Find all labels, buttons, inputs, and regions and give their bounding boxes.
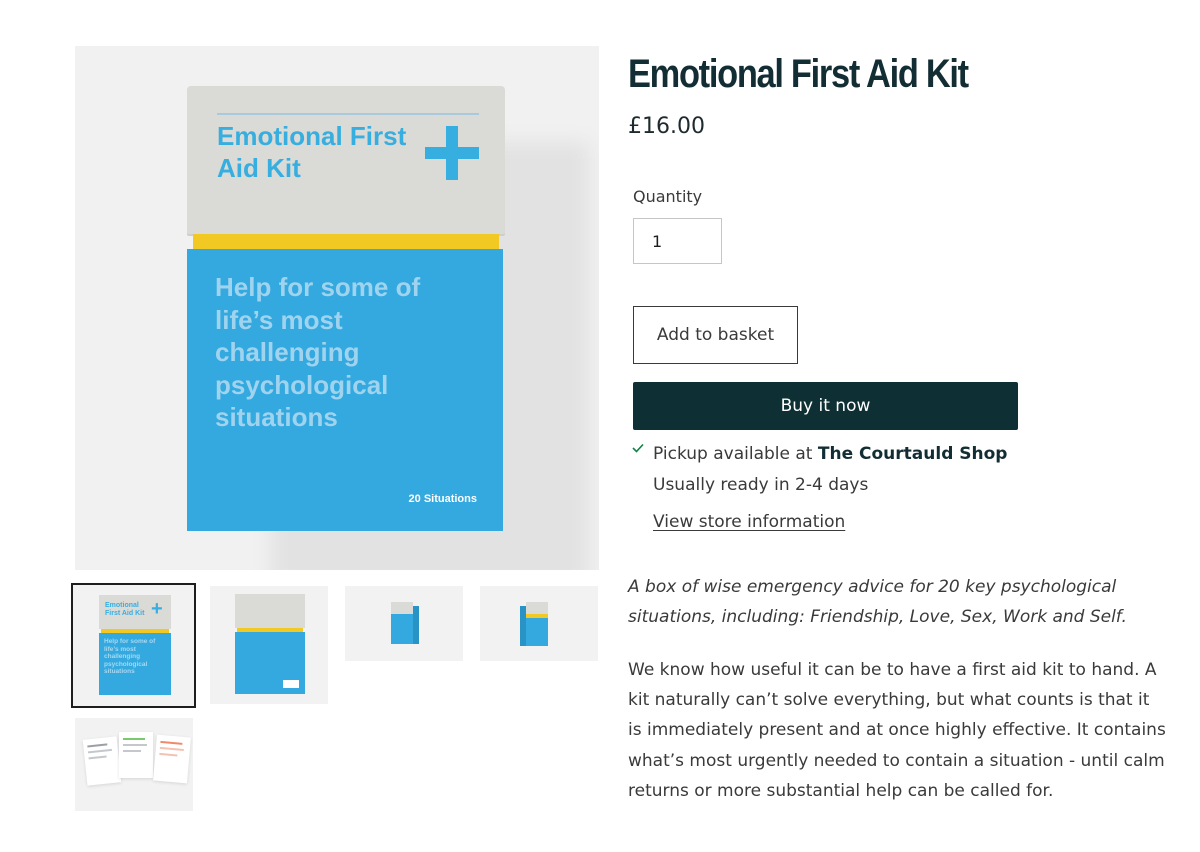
box-body: Help for some of life’s most challenging… bbox=[187, 249, 503, 531]
box-body-text: Help for some of life’s most challenging… bbox=[215, 272, 421, 432]
product-title: Emotional First Aid Kit bbox=[628, 52, 969, 96]
thumb-box-lid: Emotional First Aid Kit + bbox=[99, 595, 171, 629]
thumb-box-lid bbox=[526, 602, 548, 614]
thumb-card bbox=[82, 736, 122, 786]
pickup-ready-time: Usually ready in 2-4 days bbox=[653, 475, 869, 495]
thumb-box-back bbox=[235, 632, 305, 694]
plus-icon bbox=[425, 126, 479, 180]
thumb-lid-title: Emotional First Aid Kit bbox=[105, 602, 145, 617]
main-product-image[interactable]: Emotional First Aid Kit Help for some of… bbox=[75, 46, 599, 570]
quantity-label: Quantity bbox=[633, 187, 703, 206]
thumb-body-text: Help for some of life’s most challenging… bbox=[104, 638, 156, 675]
pickup-prefix: Pickup available at bbox=[653, 444, 818, 464]
thumb-box-side bbox=[413, 606, 419, 644]
thumb-box-lid bbox=[235, 594, 305, 628]
product-description: We know how useful it can be to have a f… bbox=[628, 660, 1166, 801]
view-store-information-link[interactable]: View store information bbox=[653, 512, 845, 532]
thumb-box-side bbox=[520, 606, 526, 646]
pickup-store-name: The Courtauld Shop bbox=[817, 444, 1008, 464]
thumbnail-1[interactable]: Emotional First Aid Kit + Help for some … bbox=[71, 583, 196, 708]
buy-it-now-button[interactable]: Buy it now bbox=[633, 382, 1018, 430]
thumbnail-5[interactable] bbox=[75, 718, 193, 811]
check-icon bbox=[632, 442, 644, 457]
thumb-box-body bbox=[526, 618, 548, 646]
box-band bbox=[193, 234, 499, 250]
thumb-card bbox=[119, 732, 153, 778]
lid-rule bbox=[217, 113, 479, 115]
barcode bbox=[283, 680, 299, 688]
product-tagline: A box of wise emergency advice for 20 ke… bbox=[628, 577, 1127, 627]
quantity-input[interactable] bbox=[633, 218, 722, 264]
thumb-box-body: Help for some of life’s most challenging… bbox=[99, 633, 171, 695]
pickup-availability: Pickup available at The Courtauld Shop bbox=[653, 444, 1007, 464]
box-lid: Emotional First Aid Kit bbox=[187, 86, 505, 236]
thumb-box-lid bbox=[391, 602, 413, 614]
plus-icon: + bbox=[151, 598, 163, 620]
thumbnail-4[interactable] bbox=[480, 586, 598, 661]
box-lid-title: Emotional First Aid Kit bbox=[217, 121, 407, 183]
thumbnail-2[interactable] bbox=[210, 586, 328, 704]
box-footer-text: 20 Situations bbox=[408, 493, 477, 505]
thumb-card bbox=[153, 734, 191, 784]
thumb-box-body bbox=[391, 614, 413, 644]
thumbnail-3[interactable] bbox=[345, 586, 463, 661]
add-to-basket-button[interactable]: Add to basket bbox=[633, 306, 798, 364]
product-price: £16.00 bbox=[628, 114, 705, 139]
